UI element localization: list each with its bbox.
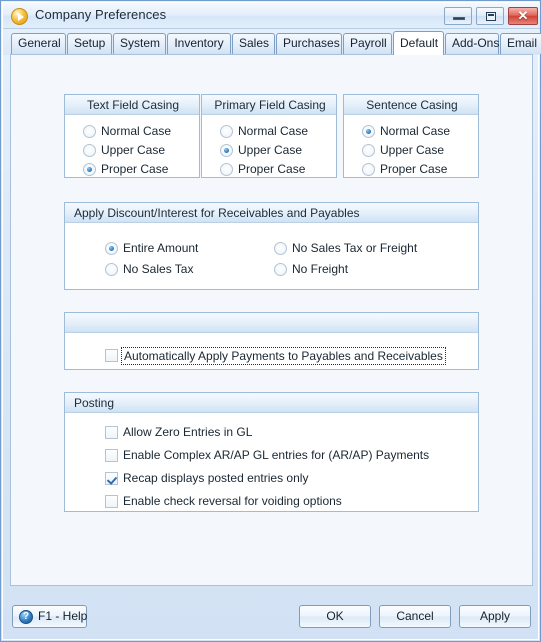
radio-indicator [362,163,375,176]
radio-indicator [105,263,118,276]
group-title-sentence-casing: Sentence Casing [366,98,458,112]
radio-label: Normal Case [380,124,451,138]
radio-indicator [83,125,96,138]
app-orb-icon [11,8,28,25]
group-primary-field-casing: Primary Field Casing Normal Case Upper Cas… [201,94,337,178]
apply-button[interactable]: Apply [459,605,531,628]
discount-interest-group: Apply Discount/Interest for Receivables … [64,202,479,290]
tab-setup[interactable]: Setup [67,33,112,54]
tab-payroll[interactable]: Payroll [343,33,392,54]
radio-indicator [220,144,233,157]
maximize-icon [486,12,496,21]
posting-group: Posting Allow Zero Entries in GL Enable C… [64,392,479,512]
group-header-text-field-casing: Text Field Casing [65,95,199,115]
close-button[interactable]: ✕ [508,7,538,25]
checkbox-label: Allow Zero Entries in GL [123,425,253,439]
minimize-button[interactable] [444,7,472,25]
discount-interest-group-header: Apply Discount/Interest for Receivables … [65,203,478,223]
auto-apply-payments-group-header [65,313,478,333]
discount-interest-group-body: Entire Amount No Sales Tax No Sales Tax … [65,223,478,289]
radio-indicator [362,125,375,138]
maximize-button[interactable] [476,7,504,25]
checkbox-indicator [105,426,118,439]
checkbox-indicator [105,449,118,462]
radio-indicator [220,163,233,176]
tab-content-default: Text Field Casing Normal Case Upper Case Pr… [10,54,533,586]
radio-indicator [274,263,287,276]
tab-general[interactable]: General [11,33,66,54]
group-title-primary-field-casing: Primary Field Casing [214,98,326,112]
title-bar: Company Preferences ✕ [3,3,540,29]
checkbox-label: Recap displays posted entries only [123,471,309,485]
window-title: Company Preferences [35,7,167,22]
tab-email-setup[interactable]: Email Setup [500,33,541,54]
radio-label: Upper Case [101,143,166,157]
group-header-primary-field-casing: Primary Field Casing [202,95,336,115]
auto-apply-payments-group: Automatically Apply Payments to Payables… [64,312,479,370]
radio-label: Proper Case [380,162,448,176]
tab-purchases[interactable]: Purchases [276,33,342,54]
help-button-label: F1 - Help [38,609,88,623]
tab-add-ons[interactable]: Add-Ons [445,33,499,54]
radio-label: Proper Case [238,162,306,176]
close-icon: ✕ [517,8,529,23]
cancel-button[interactable]: Cancel [379,605,451,628]
tab-inventory[interactable]: Inventory [167,33,231,54]
radio-label: Proper Case [101,162,169,176]
radio-indicator [105,242,118,255]
checkbox-label: Automatically Apply Payments to Payables… [121,347,446,365]
radio-indicator [362,144,375,157]
radio-label: No Sales Tax [123,262,194,276]
tab-system[interactable]: System [113,33,166,54]
tab-strip: General Setup System Inventory Sales Purchase… [3,29,541,55]
checkbox-indicator [105,495,118,508]
checkbox-label: Enable check reversal for voiding option… [123,494,342,508]
radio-label: No Sales Tax or Freight [292,241,418,255]
radio-indicator [220,125,233,138]
tab-default[interactable]: Default [393,31,444,55]
radio-label: Normal Case [238,124,309,138]
group-body-text-field-casing: Normal Case Upper Case Proper Case [65,115,199,177]
minimize-icon [453,17,465,20]
radio-indicator [83,144,96,157]
checkbox-label: Enable Complex AR/AP GL entries for (AR/… [123,448,430,462]
posting-group-body: Allow Zero Entries in GL Enable Complex A… [65,413,478,511]
group-title-text-field-casing: Text Field Casing [86,98,180,112]
group-header-sentence-casing: Sentence Casing [344,95,478,115]
group-sentence-casing: Sentence Casing Normal Case Upper Case Prop… [343,94,479,178]
group-body-primary-field-casing: Normal Case Upper Case Proper Case [202,115,336,177]
checkbox-indicator [105,349,118,362]
group-body-sentence-casing: Normal Case Upper Case Proper Case [344,115,478,177]
radio-label: Upper Case [380,143,445,157]
posting-group-header: Posting [65,393,478,413]
help-button[interactable]: F1 - Help [12,605,87,628]
tab-sales[interactable]: Sales [232,33,275,54]
checkbox-indicator [105,472,118,485]
company-preferences-window: Company Preferences ✕ General Setup System… [0,0,541,642]
posting-group-title: Posting [74,396,115,410]
ok-button[interactable]: OK [299,605,371,628]
radio-indicator [83,163,96,176]
radio-label: Upper Case [238,143,303,157]
help-icon [19,610,33,624]
radio-label: Entire Amount [123,241,199,255]
group-text-field-casing: Text Field Casing Normal Case Upper Case Pr… [64,94,200,178]
radio-label: Normal Case [101,124,172,138]
auto-apply-payments-group-body: Automatically Apply Payments to Payables… [65,333,478,369]
discount-interest-group-title: Apply Discount/Interest for Receivables … [74,206,360,220]
radio-label: No Freight [292,262,349,276]
radio-indicator [274,242,287,255]
